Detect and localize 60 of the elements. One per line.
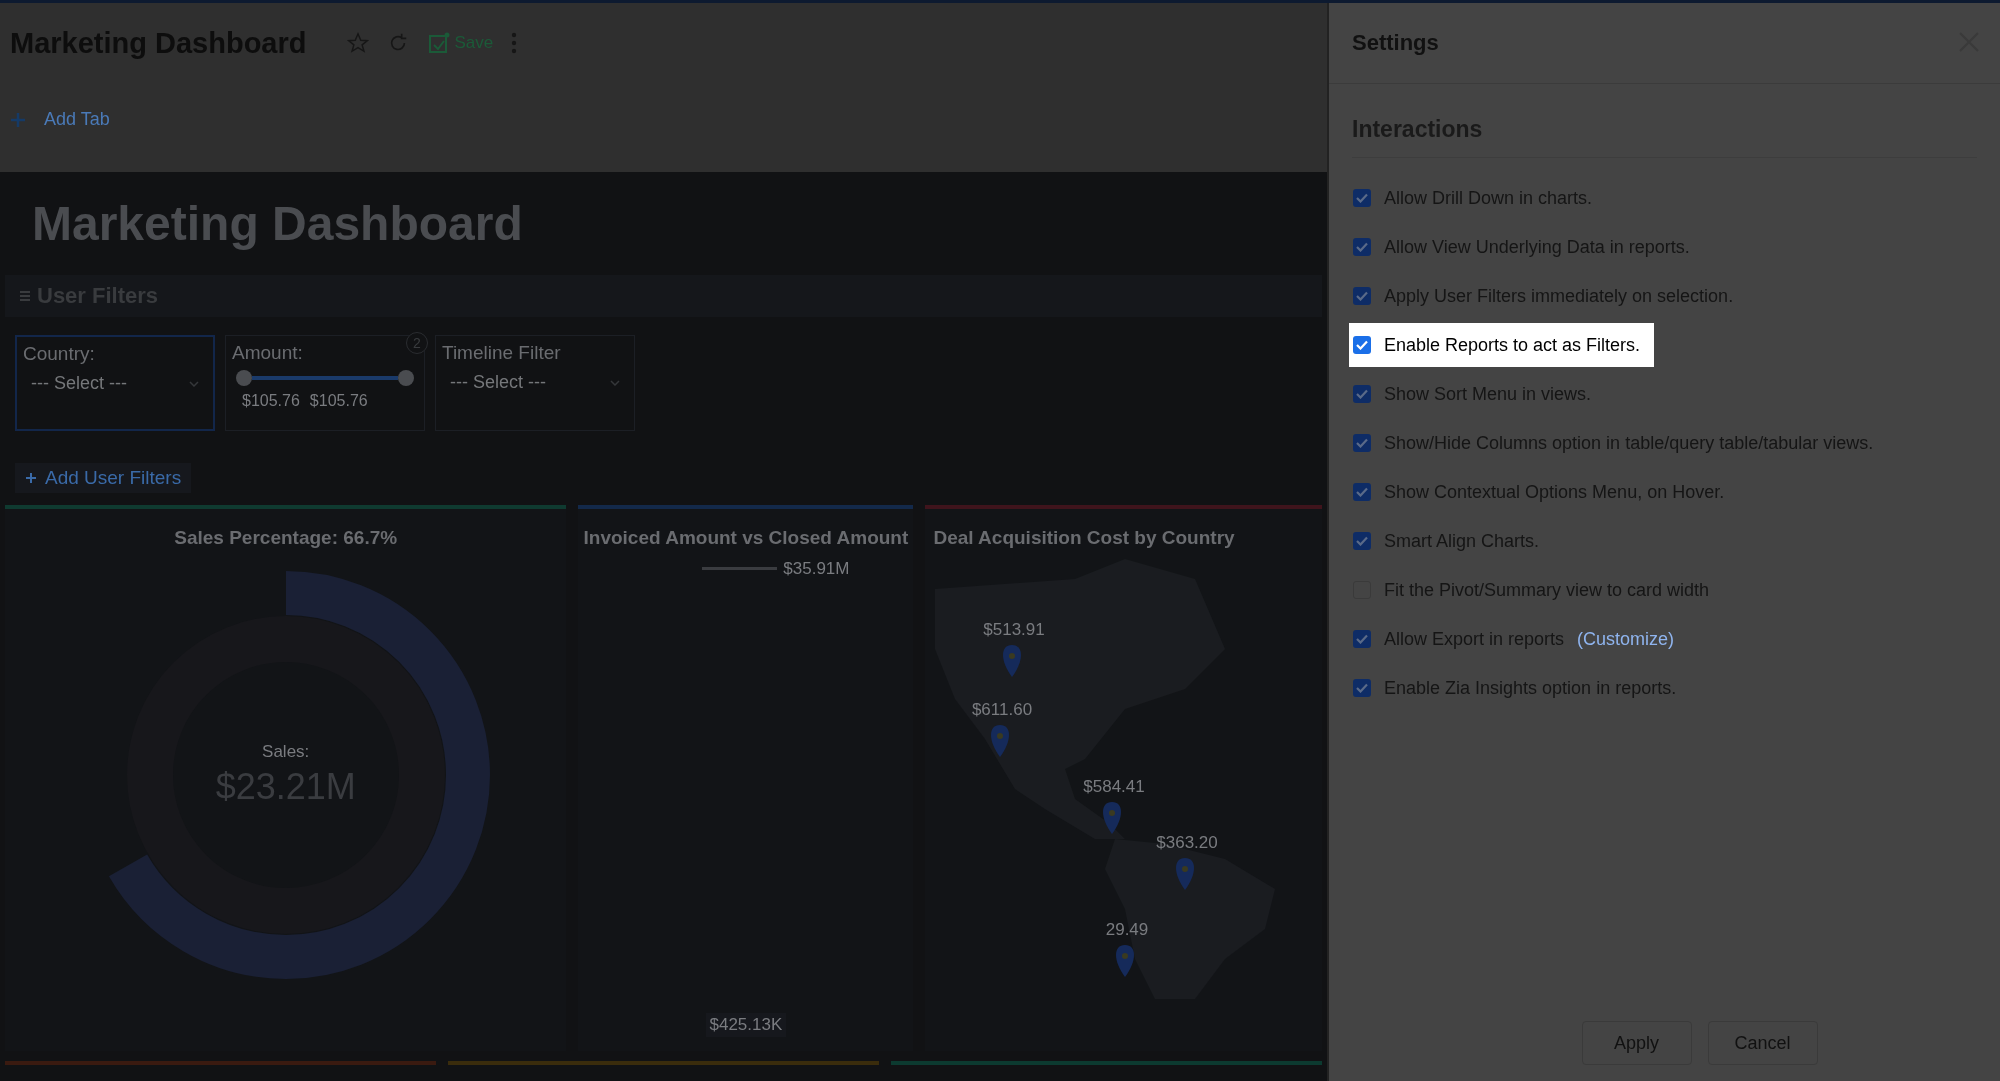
slider-thumb[interactable] [236, 370, 252, 386]
map-pin-icon[interactable] [991, 725, 1010, 757]
checkbox[interactable] [1353, 189, 1371, 207]
checkbox[interactable] [1353, 532, 1371, 550]
filter-label: Amount: [232, 342, 304, 364]
check-icon [1356, 291, 1368, 301]
chart-value: $425.13K [705, 1013, 787, 1037]
filter-label: Timeline Filter [442, 342, 562, 364]
plus-icon [25, 472, 37, 484]
pin-value: 29.49 [1106, 920, 1149, 939]
save-icon [426, 31, 451, 55]
checkbox[interactable] [1353, 336, 1371, 354]
checkbox[interactable] [1353, 434, 1371, 452]
pin-value: $611.60 [972, 700, 1033, 719]
check-icon [1356, 193, 1368, 203]
star-icon[interactable] [346, 32, 369, 54]
card-title: Sales Percentage: 66.7% [173, 526, 399, 550]
plus-icon [10, 111, 26, 128]
check-icon [1356, 634, 1368, 644]
select-dropdown[interactable]: --- Select --- [442, 370, 628, 395]
range-max: $105.76 [309, 392, 368, 410]
check-icon [1356, 340, 1368, 350]
card-title: Invoiced Amount vs Closed Amount [582, 526, 910, 550]
pin-value: $584.41 [1083, 777, 1146, 796]
map-pin-icon[interactable] [1003, 645, 1022, 677]
checkbox[interactable] [1353, 287, 1371, 305]
pin-value: $513.91 [983, 620, 1046, 639]
checkbox[interactable] [1353, 385, 1371, 403]
add-filters-button[interactable]: Add User Filters [15, 463, 192, 493]
filter-label: Country: [23, 343, 96, 365]
range-slider[interactable] [252, 376, 398, 380]
check-icon [1356, 389, 1368, 399]
map-pin-icon[interactable] [1176, 858, 1195, 890]
option-label: Enable Reports to act as Filters. [1384, 334, 1641, 356]
customize-link[interactable]: (Customize) [1577, 628, 1675, 650]
more-icon[interactable] [511, 32, 518, 54]
legend-line-icon [702, 566, 778, 572]
caret-icon [610, 379, 620, 386]
map-pin-icon[interactable] [1103, 802, 1122, 834]
check-icon [1356, 438, 1368, 448]
checkbox[interactable] [1353, 679, 1371, 697]
chart-value: $35.91M [783, 559, 850, 579]
caret-icon [189, 380, 199, 387]
card-title: Deal Acquisition Cost by Country [932, 526, 1236, 550]
dashboard-title: Marketing Dashboard [31, 196, 524, 252]
check-icon [1356, 487, 1368, 497]
check-icon [1356, 683, 1368, 693]
range-min: $105.76 [242, 392, 300, 410]
center-label: Sales: [262, 742, 310, 762]
add-tab-button[interactable]: Add Tab [10, 109, 1317, 130]
pin-value: $363.20 [1156, 833, 1219, 852]
select-dropdown[interactable]: --- Select --- [23, 371, 207, 396]
checkbox[interactable] [1353, 630, 1371, 648]
check-icon [1356, 536, 1368, 546]
check-icon [1356, 242, 1368, 252]
checkbox[interactable] [1353, 483, 1371, 501]
slider-thumb[interactable] [398, 370, 414, 386]
map-pin-icon[interactable] [1116, 945, 1135, 977]
checkbox[interactable] [1353, 238, 1371, 256]
list-icon [19, 290, 31, 302]
